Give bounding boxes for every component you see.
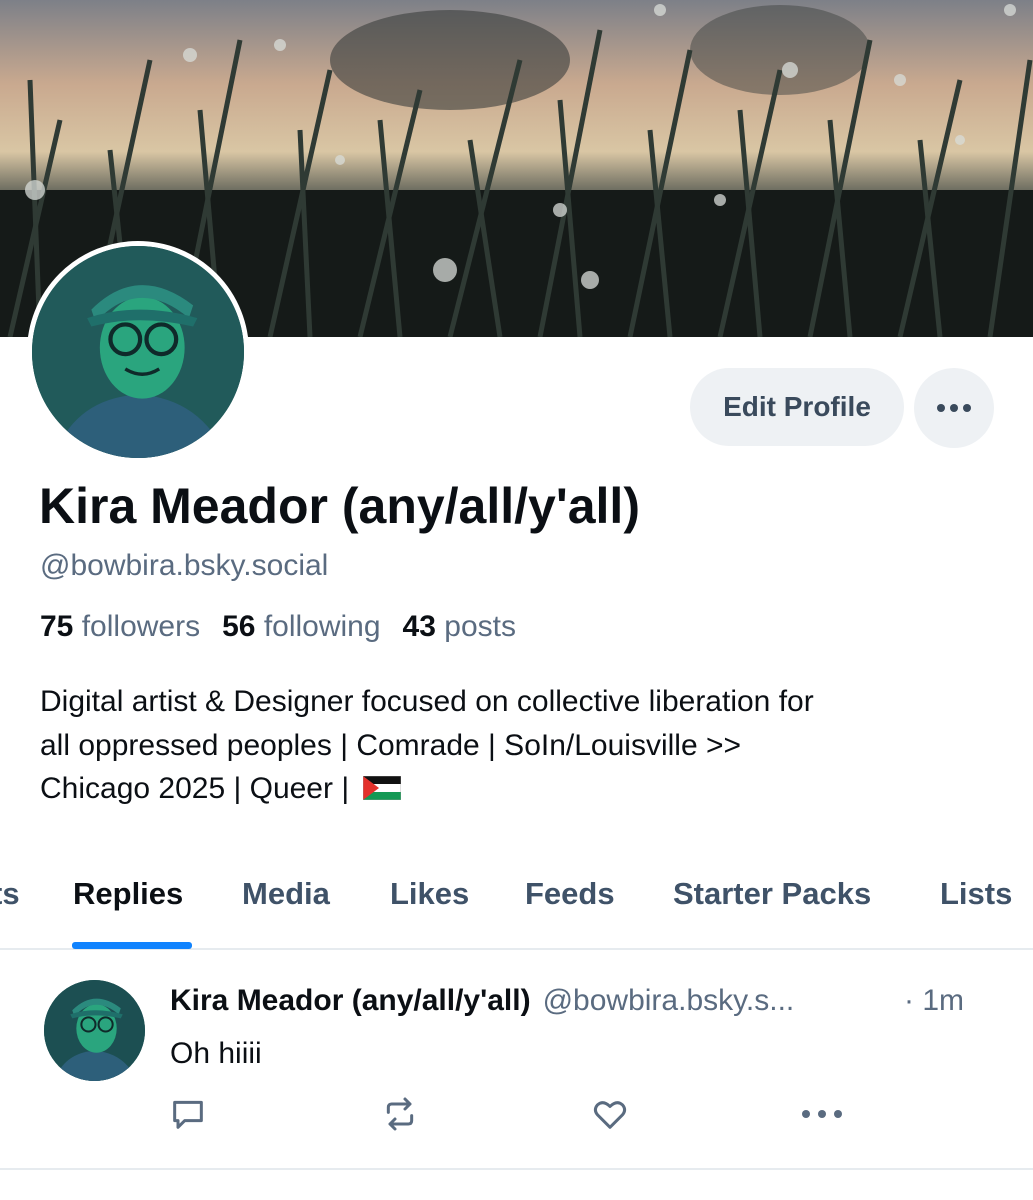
followers-count: 75 <box>40 610 74 643</box>
following-count: 56 <box>222 610 256 643</box>
post-timestamp[interactable]: · 1m <box>904 984 964 1018</box>
post-header: Kira Meador (any/all/y'all) @bowbira.bsk… <box>170 984 1000 1018</box>
profile-handle: @bowbira.bsky.social <box>40 549 329 582</box>
tab-posts[interactable]: ts <box>0 876 20 912</box>
post-avatar[interactable] <box>44 980 145 1081</box>
tab-replies[interactable]: Replies <box>73 876 183 912</box>
posts-count: 43 <box>402 610 436 643</box>
posts-stat: 43 posts <box>403 610 516 644</box>
active-tab-indicator <box>72 942 192 949</box>
tab-lists[interactable]: Lists <box>940 876 1012 912</box>
ellipsis-icon <box>937 404 971 412</box>
repost-icon <box>386 1097 414 1131</box>
followers-stat[interactable]: 75 followers <box>40 610 200 644</box>
following-stat[interactable]: 56 following <box>222 610 380 644</box>
tab-media[interactable]: Media <box>242 876 330 912</box>
like-icon <box>593 1101 627 1129</box>
posts-label: posts <box>444 610 516 643</box>
profile-bio: Digital artist & Designer focused on col… <box>40 680 1000 811</box>
bio-line: all oppressed peoples | Comrade | SoIn/L… <box>40 728 742 762</box>
tab-starter-packs[interactable]: Starter Packs <box>673 876 871 912</box>
bio-line-last: Chicago 2025 | Queer | <box>40 767 1000 811</box>
profile-avatar[interactable] <box>27 241 249 463</box>
post-author[interactable]: Kira Meador (any/all/y'all) <box>170 984 531 1018</box>
more-icon <box>802 1110 842 1118</box>
tab-feeds[interactable]: Feeds <box>525 876 615 912</box>
avatar-image <box>32 246 244 458</box>
post-text: Oh hiiii <box>170 1037 262 1070</box>
reply-button[interactable] <box>166 1092 210 1136</box>
display-name: Kira Meador (any/all/y'all) <box>39 478 640 534</box>
profile-tabs: ts Replies Media Likes Feeds Starter Pac… <box>0 862 1033 950</box>
palestine-flag-icon <box>363 776 402 800</box>
following-label: following <box>263 610 381 643</box>
bio-line: Chicago 2025 | Queer | <box>40 772 350 805</box>
bio-line: Digital artist & Designer focused on col… <box>40 685 814 718</box>
post-item[interactable]: Kira Meador (any/all/y'all) @bowbira.bsk… <box>0 952 1033 1170</box>
like-button[interactable] <box>588 1092 632 1136</box>
reply-icon <box>173 1100 203 1129</box>
tab-likes[interactable]: Likes <box>390 876 469 912</box>
edit-profile-button[interactable]: Edit Profile <box>690 368 904 446</box>
post-handle[interactable]: @bowbira.bsky.s... <box>543 984 795 1018</box>
avatar-image <box>44 980 145 1081</box>
profile-more-button[interactable] <box>914 368 994 448</box>
profile-stats: 75 followers 56 following 43 posts <box>40 610 516 644</box>
repost-button[interactable] <box>378 1092 422 1136</box>
post-more-button[interactable] <box>800 1092 844 1136</box>
followers-label: followers <box>81 610 201 643</box>
